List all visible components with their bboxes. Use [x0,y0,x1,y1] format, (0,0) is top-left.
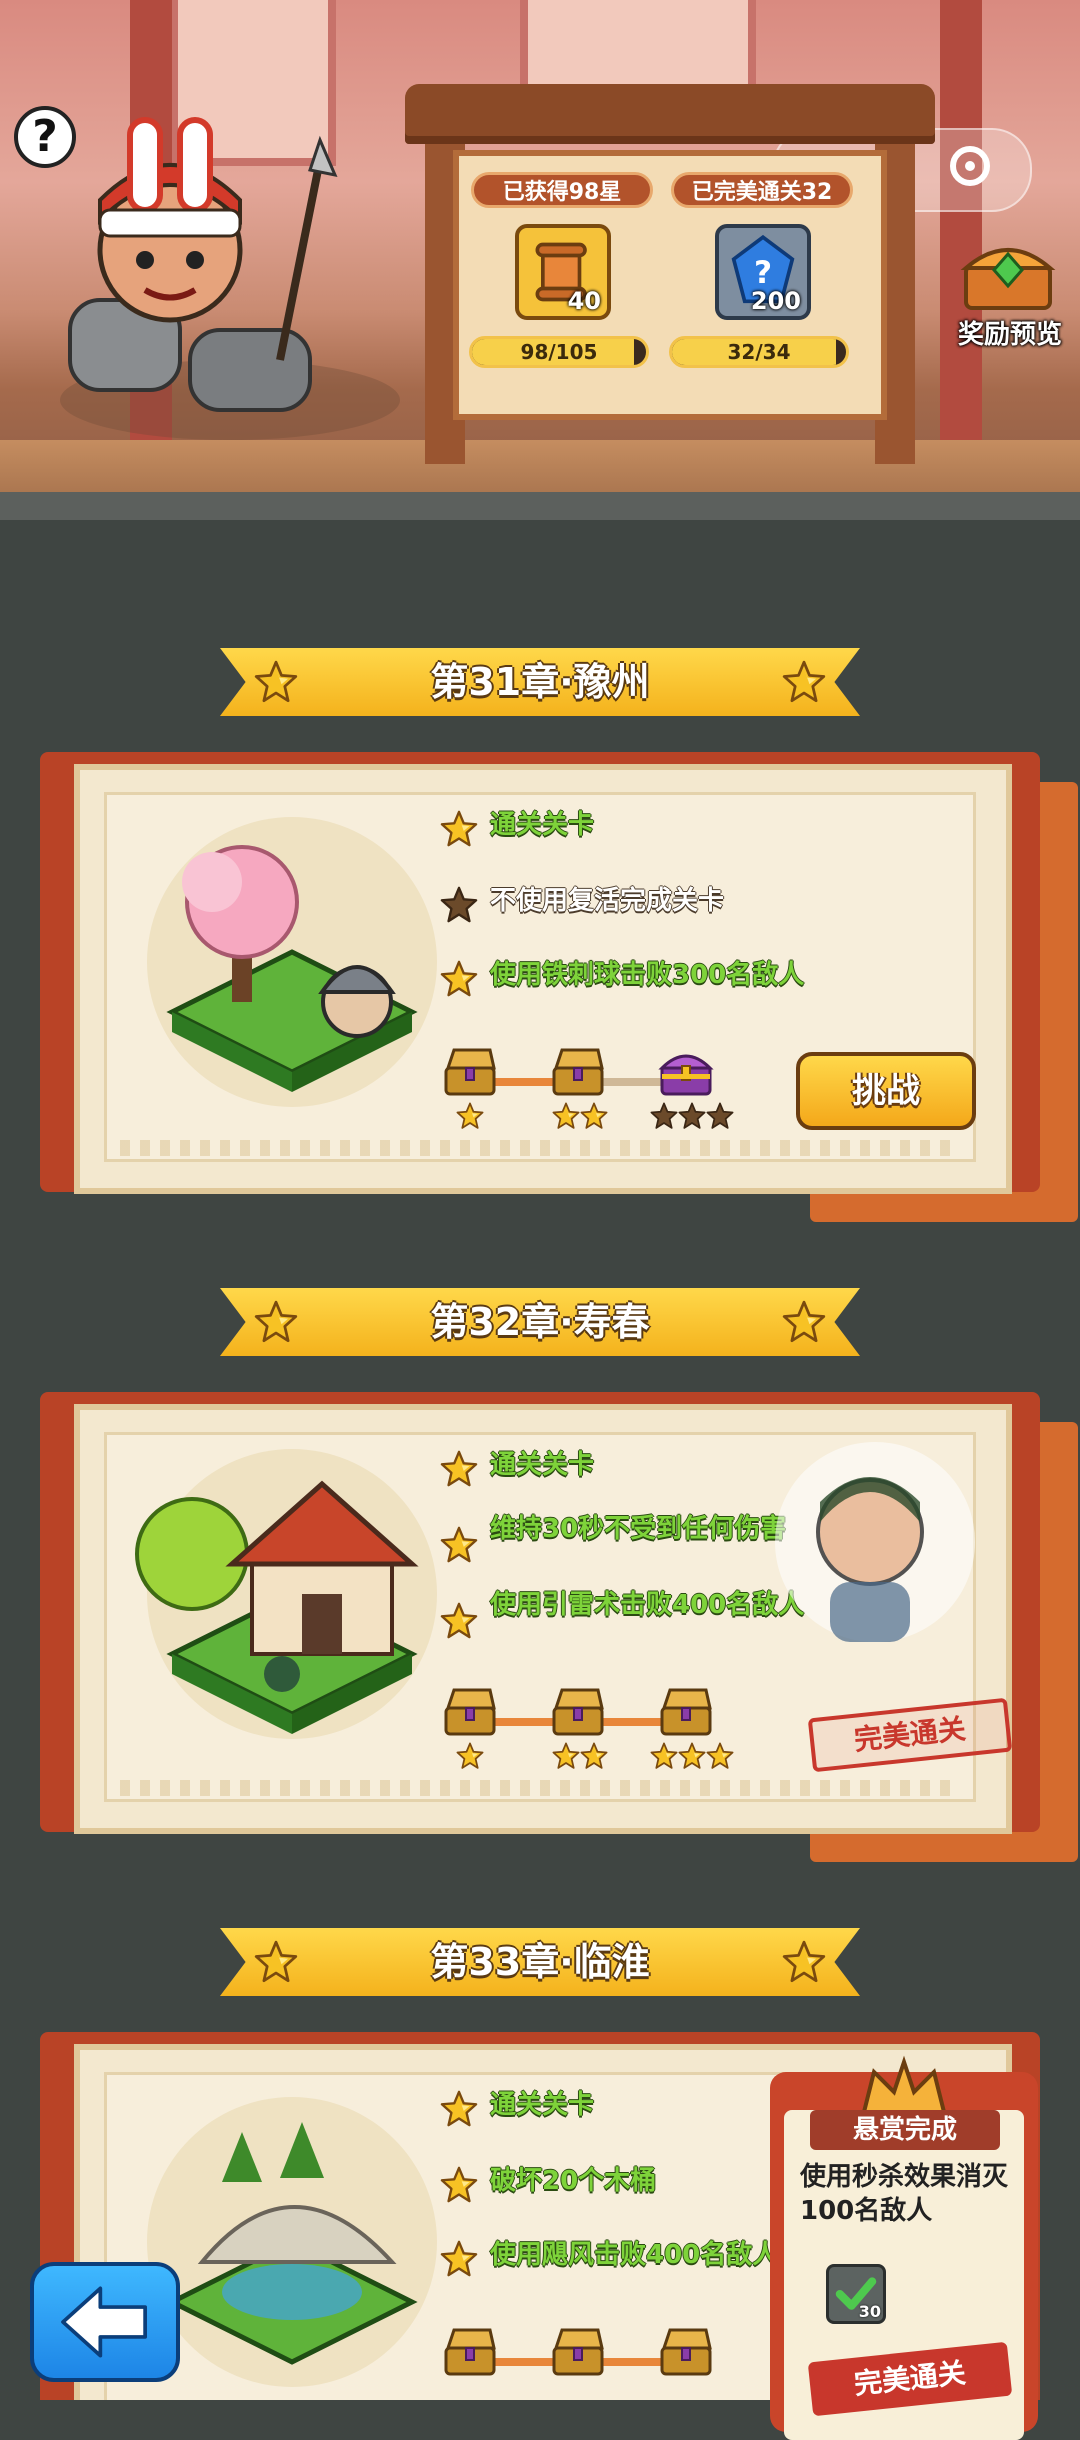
chapter-32-illustration [135,1449,437,1739]
achieved-star-icon [440,2240,478,2278]
milestone-stars [650,1742,734,1769]
svg-text:?: ? [754,255,772,291]
objective-label: 使用铁刺球击败300名敌人 [490,960,805,990]
chapter-31-illustration [147,817,437,1107]
chapter-31-banner: 第31章·豫州 [220,640,860,724]
milestone-stars [456,1102,484,1129]
achieved-star-icon [440,1450,478,1488]
achieved-star-icon [440,2166,478,2204]
reward-chest-icon[interactable] [548,1044,608,1100]
chapter-31-card: 通关关卡 不使用复活完成关卡 使用铁刺球击败300名敌人 挑战 [40,752,1078,1222]
chapter-33-illustration [147,2097,437,2387]
unachieved-star-icon [440,886,478,924]
reward-chest-icon[interactable] [440,2324,500,2380]
bounty-description: 使用秒杀效果消灭100名敌人 [800,2162,1009,2226]
chapter-32-reward-track [440,1684,734,1774]
stars-progress-text: 98/105 [520,340,598,364]
scroll-icon[interactable]: 40 [515,224,611,320]
stars-progress-bar: 98/105 [469,336,649,368]
objective-label: 不使用复活完成关卡 [490,886,725,916]
stars-earned-title: 已获得98星 [471,172,653,208]
hero-character-illustration [60,117,400,440]
chapter-31-reward-track [440,1044,734,1134]
pillar [940,0,982,440]
card-border-pattern [120,1780,960,1796]
bounty-scroll: 悬赏完成 使用秒杀效果消灭100名敌人 30 完美通关 [770,2052,1038,2440]
chapter-32-card: 通关关卡 维持30秒不受到任何伤害 使用引雷术击败400名敌人 完美通关 [40,1392,1078,1862]
reward-chest-icon[interactable] [440,1044,500,1100]
chapter-32-title: 第32章·寿春 [430,1300,650,1344]
card-border-pattern [120,1140,960,1156]
board-roof [405,84,935,144]
perfect-progress-bar: 32/34 [669,336,849,368]
top-scene: ? ••• 已获得98星 已完美通关32 40 ? [0,0,1080,520]
chapter-31-title: 第31章·豫州 [430,660,650,704]
stats-panel: 已获得98星 已完美通关32 40 ? 200 98/105 32/34 [453,150,887,420]
reward-chest-icon[interactable] [440,1684,500,1740]
reward-chest-icon[interactable] [656,1684,716,1740]
bounty-item-count: 30 [858,2302,881,2321]
chapter-33-banner: 第33章·临淮 [220,1920,860,2004]
reward-chest-icon[interactable] [656,2324,716,2380]
chapter-33-title: 第33章·临淮 [430,1940,650,1984]
reward-preview-button[interactable]: 奖励预览 [940,232,1080,372]
perfect-clear-title: 已完美通关32 [671,172,853,208]
close-target-icon[interactable] [950,146,990,186]
perfect-progress-text: 32/34 [727,340,791,364]
help-button[interactable]: ? [14,106,76,168]
treasure-chest-icon [960,248,1056,310]
stats-signboard: 已获得98星 已完美通关32 40 ? 200 98/105 32/34 [405,84,935,474]
gem-count: 200 [750,287,801,315]
achieved-star-icon [440,1526,478,1564]
achieved-star-icon [440,2090,478,2128]
challenge-button[interactable]: 挑战 [796,1052,976,1130]
milestone-stars [552,1742,608,1769]
bounty-complete-label: 悬赏完成 [810,2110,1000,2150]
objective-label: 通关关卡 [490,810,595,840]
general-portrait-illustration [775,1442,975,1642]
reward-chest-icon[interactable] [548,1684,608,1740]
milestone-stars [650,1102,734,1129]
reward-chest-icon[interactable] [548,2324,608,2380]
reward-chest-icon[interactable] [656,1044,716,1100]
scroll-count: 40 [567,287,601,315]
floor-edge [0,492,1080,520]
back-arrow-icon [61,2286,147,2358]
achieved-star-icon [440,960,478,998]
milestone-stars [456,1742,484,1769]
achieved-star-icon [440,810,478,848]
chapter-33-reward-track [440,2324,730,2400]
reward-preview-label: 奖励预览 [957,320,1062,350]
milestone-stars [552,1102,608,1129]
achieved-star-icon [440,1602,478,1640]
mystery-gem-icon[interactable]: ? 200 [715,224,811,320]
back-button[interactable] [30,2262,180,2382]
bounty-reward-item[interactable]: 30 [826,2264,886,2324]
chapter-32-banner: 第32章·寿春 [220,1280,860,1364]
